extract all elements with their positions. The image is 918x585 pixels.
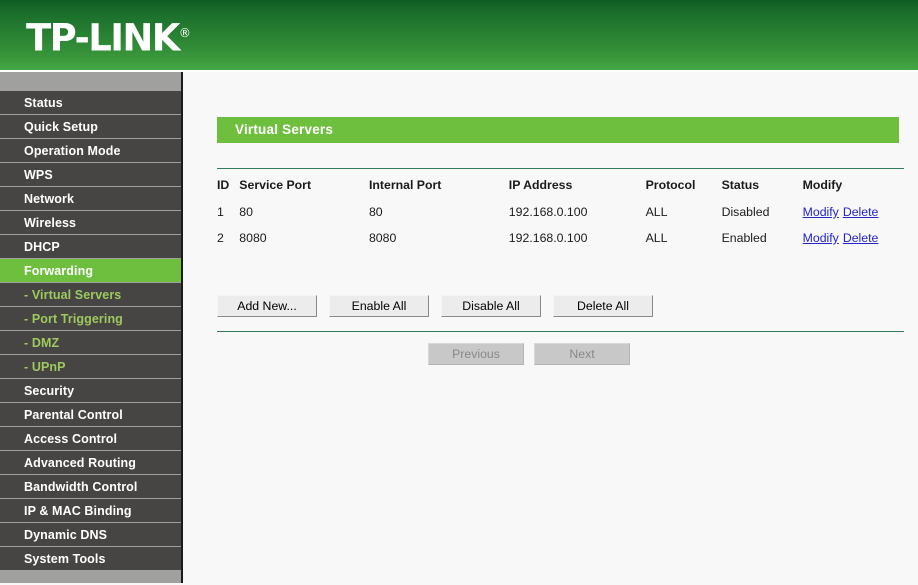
sidebar-item-upnp[interactable]: - UPnP <box>0 355 181 379</box>
column-header-status: Status <box>721 178 760 192</box>
table-body: 1 80 80 192.168.0.100 ALL Disabled Modify Delet… <box>217 199 904 251</box>
cell-status: Disabled <box>721 205 770 219</box>
cell-internal-port: 80 <box>368 205 383 219</box>
cell-status: Enabled <box>721 231 767 245</box>
previous-page-button[interactable]: Previous <box>428 343 524 365</box>
sidebar-item-dmz[interactable]: - DMZ <box>0 331 181 355</box>
sidebar-item-dhcp[interactable]: DHCP <box>0 235 181 259</box>
main-content: Virtual Servers ID Service Port Internal… <box>185 72 918 583</box>
sidebar-item-quick-setup[interactable]: Quick Setup <box>0 115 181 139</box>
add-new-button[interactable]: Add New... <box>217 295 317 317</box>
delete-link[interactable]: Delete <box>843 231 879 245</box>
cell-modify: Modify Delete <box>803 225 904 251</box>
sidebar-item-system-tools[interactable]: System Tools <box>0 547 181 571</box>
delete-link[interactable]: Delete <box>843 205 879 219</box>
column-header-ip-address: IP Address <box>508 178 573 192</box>
column-header-id: ID <box>217 178 230 192</box>
tplink-logo-text: TP-LINK <box>26 16 180 60</box>
cell-id: 2 <box>217 231 224 245</box>
sidebar-item-bandwidth-control[interactable]: Bandwidth Control <box>0 475 181 499</box>
sidebar-item-wps[interactable]: WPS <box>0 163 181 187</box>
next-page-button[interactable]: Next <box>534 343 630 365</box>
divider-top <box>217 168 904 169</box>
table-row: 1 80 80 192.168.0.100 ALL Disabled Modify Delet… <box>217 199 904 225</box>
cell-ip-address: 192.168.0.100 <box>508 205 588 219</box>
cell-id: 1 <box>217 205 224 219</box>
column-header-service-port: Service Port <box>239 178 312 192</box>
sidebar-item-status[interactable]: Status <box>0 91 181 115</box>
pagination-controls: Previous Next <box>428 343 630 365</box>
sidebar-item-parental-control[interactable]: Parental Control <box>0 403 181 427</box>
sidebar-item-operation-mode[interactable]: Operation Mode <box>0 139 181 163</box>
column-header-modify: Modify <box>802 178 843 192</box>
page-body: Status Quick Setup Operation Mode WPS Networ… <box>0 72 918 583</box>
cell-protocol: ALL <box>645 205 668 219</box>
sidebar-item-network[interactable]: Network <box>0 187 181 211</box>
enable-all-button[interactable]: Enable All <box>329 295 429 317</box>
sidebar-nav: Status Quick Setup Operation Mode WPS Networ… <box>0 72 183 583</box>
sidebar-item-port-triggering[interactable]: - Port Triggering <box>0 307 181 331</box>
sidebar-item-forwarding[interactable]: Forwarding <box>0 259 181 283</box>
sidebar-item-access-control[interactable]: Access Control <box>0 427 181 451</box>
sidebar-top-cap <box>0 72 181 91</box>
column-header-internal-port: Internal Port <box>368 178 442 192</box>
modify-link[interactable]: Modify <box>803 205 839 219</box>
sidebar-bottom-cap <box>0 571 181 583</box>
divider-middle <box>217 331 904 332</box>
disable-all-button[interactable]: Disable All <box>441 295 541 317</box>
sidebar-item-ip-and-mac-binding[interactable]: IP & MAC Binding <box>0 499 181 523</box>
tplink-logo: TP-LINK® <box>26 11 191 60</box>
column-header-protocol: Protocol <box>645 178 696 192</box>
sidebar-item-wireless[interactable]: Wireless <box>0 211 181 235</box>
sidebar-item-security[interactable]: Security <box>0 379 181 403</box>
sidebar-item-virtual-servers[interactable]: - Virtual Servers <box>0 283 181 307</box>
sidebar-item-dynamic-dns[interactable]: Dynamic DNS <box>0 523 181 547</box>
delete-all-button[interactable]: Delete All <box>553 295 653 317</box>
table-row: 2 8080 8080 192.168.0.100 ALL Enabled Modify De… <box>217 225 904 251</box>
cell-protocol: ALL <box>645 231 668 245</box>
sidebar-item-advanced-routing[interactable]: Advanced Routing <box>0 451 181 475</box>
table-header-row: ID Service Port Internal Port IP Address… <box>217 173 904 199</box>
cell-internal-port: 8080 <box>368 231 397 245</box>
registered-trademark-icon: ® <box>178 26 191 40</box>
modify-link[interactable]: Modify <box>803 231 839 245</box>
cell-ip-address: 192.168.0.100 <box>508 231 588 245</box>
cell-service-port: 8080 <box>239 231 267 245</box>
cell-service-port: 80 <box>239 205 253 219</box>
virtual-servers-table: ID Service Port Internal Port IP Address… <box>217 173 904 251</box>
panel-title: Virtual Servers <box>217 117 899 143</box>
bulk-action-buttons: Add New... Enable All Disable All Delete… <box>217 295 653 317</box>
app-header: TP-LINK® <box>0 0 918 72</box>
sidebar-item-list: Status Quick Setup Operation Mode WPS Networ… <box>0 91 181 571</box>
cell-modify: Modify Delete <box>803 199 904 225</box>
